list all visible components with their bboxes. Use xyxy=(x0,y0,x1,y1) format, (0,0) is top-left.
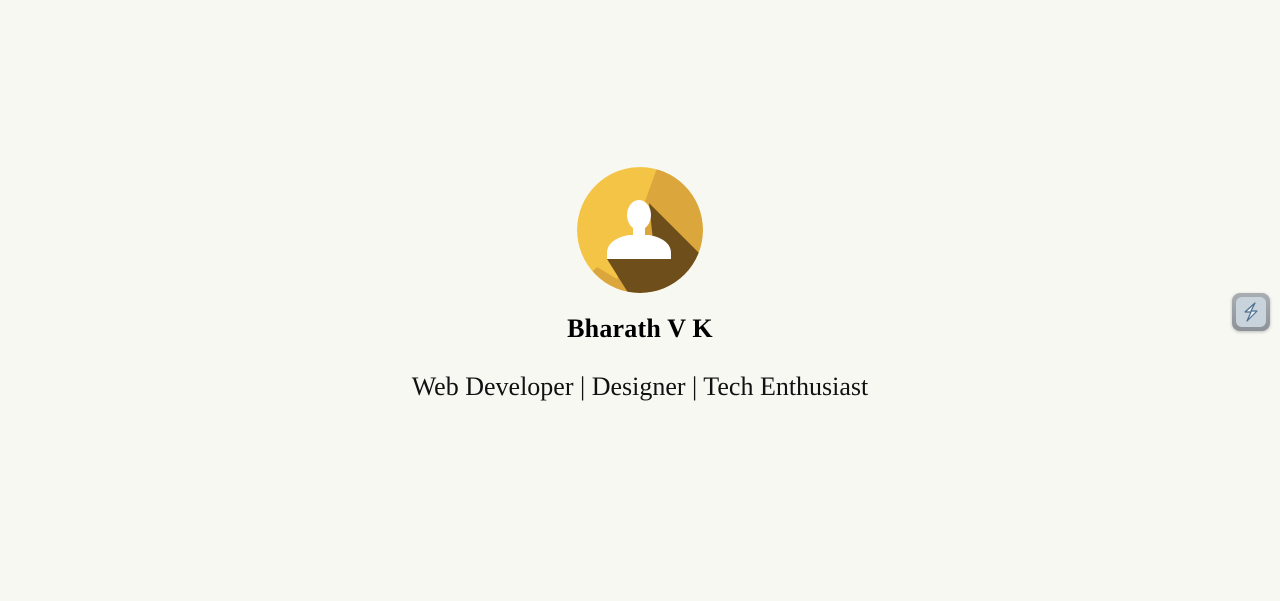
page: Bharath V K Web Developer | Designer | T… xyxy=(0,0,1280,601)
profile-tagline: Web Developer | Designer | Tech Enthusia… xyxy=(411,372,869,401)
profile-name: Bharath V K xyxy=(567,314,713,343)
lightning-s-icon xyxy=(1236,297,1266,327)
user-silhouette-icon xyxy=(577,167,703,293)
profile-section: Bharath V K Web Developer | Designer | T… xyxy=(0,167,1280,403)
avatar xyxy=(577,167,703,293)
floating-extension-button[interactable] xyxy=(1232,293,1270,331)
